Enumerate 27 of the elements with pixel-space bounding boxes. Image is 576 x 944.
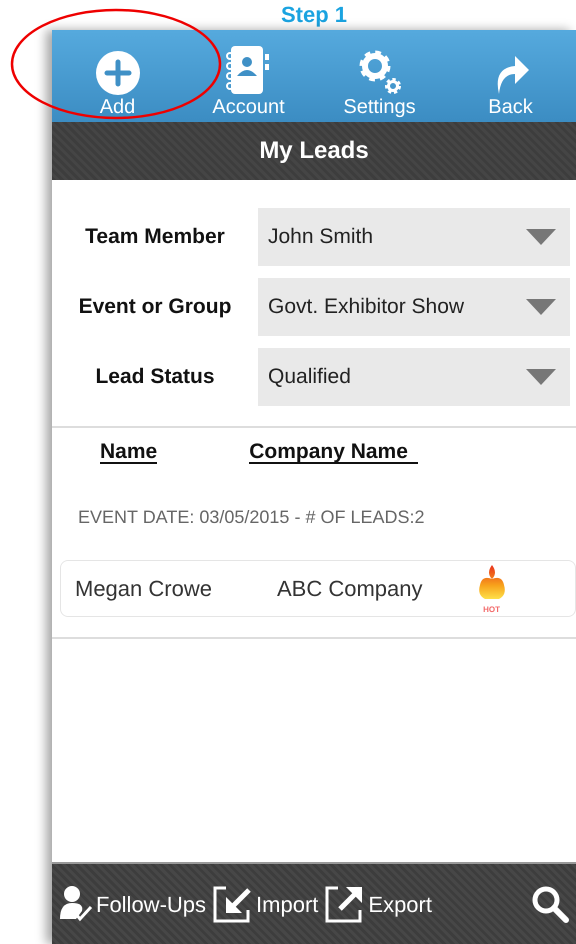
rating-label: HOT — [483, 605, 500, 614]
filter-label: Lead Status — [94, 364, 216, 390]
dropdown[interactable]: John Smith — [258, 208, 570, 266]
export-icon — [324, 884, 364, 924]
filter-label: Team Member — [84, 224, 226, 250]
screen-title: My Leads — [52, 122, 576, 180]
toolbar-button[interactable]: Follow-Ups — [58, 885, 206, 923]
person-check-icon — [58, 885, 92, 923]
event-summary: EVENT DATE: 03/05/2015 - # OF LEADS:2 — [77, 506, 426, 529]
lead-row[interactable]: Megan Crowe ABC Company HOT — [60, 560, 576, 617]
step-heading: Step 1 — [280, 1, 348, 29]
column-header: Company Name — [249, 436, 418, 464]
dropdown[interactable]: Qualified — [258, 348, 570, 406]
search-icon — [530, 884, 570, 924]
dropdown[interactable]: Govt. Exhibitor Show — [258, 278, 570, 336]
lead-company: ABC Company — [277, 575, 423, 603]
import-icon — [212, 884, 252, 924]
add-icon — [94, 50, 140, 96]
caret-icon — [526, 229, 556, 245]
filter-label: Event or Group — [78, 294, 232, 320]
caret-icon — [526, 369, 556, 385]
toolbar-button[interactable]: Import — [212, 884, 318, 924]
toolbar-button[interactable]: Export — [324, 884, 432, 924]
lead-name: Megan Crowe — [75, 575, 213, 603]
caret-icon — [526, 299, 556, 315]
column-header: Name — [100, 436, 158, 464]
search-button[interactable] — [530, 884, 570, 924]
